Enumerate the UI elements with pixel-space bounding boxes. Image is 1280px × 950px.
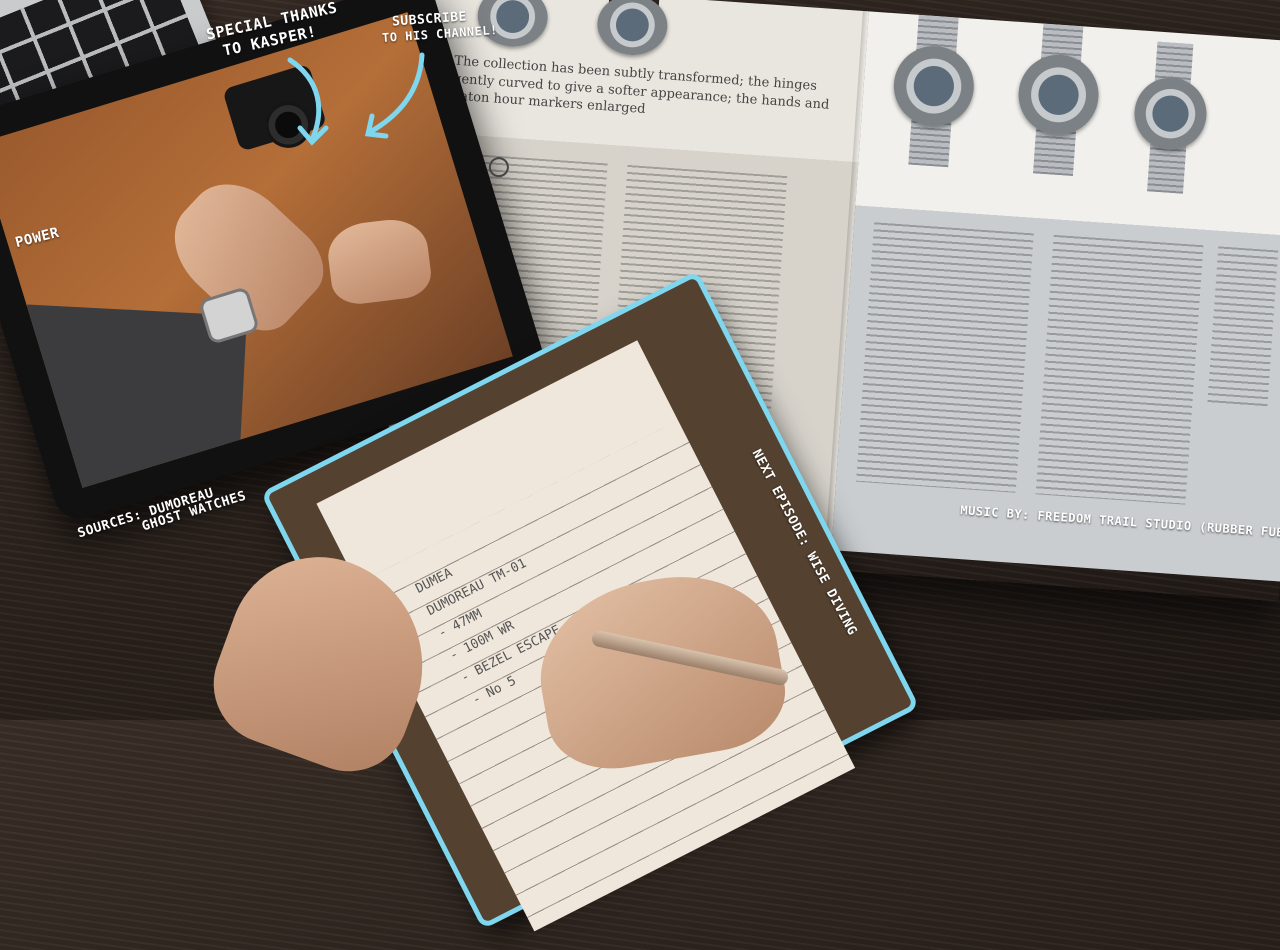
magazine-caption: The collection has been subtly transform… bbox=[451, 53, 830, 118]
magazine-sidebar-text bbox=[1207, 246, 1279, 411]
watch-image bbox=[891, 43, 977, 129]
magazine-text-column bbox=[856, 222, 1034, 493]
camera-lens bbox=[259, 96, 318, 154]
hand bbox=[324, 215, 434, 308]
watch-image bbox=[595, 0, 670, 58]
magazine-right-page bbox=[831, 11, 1280, 582]
camera bbox=[222, 63, 328, 154]
watch-image bbox=[1015, 52, 1102, 138]
watch-image bbox=[1132, 75, 1209, 153]
magazine-text-column bbox=[1035, 234, 1204, 505]
